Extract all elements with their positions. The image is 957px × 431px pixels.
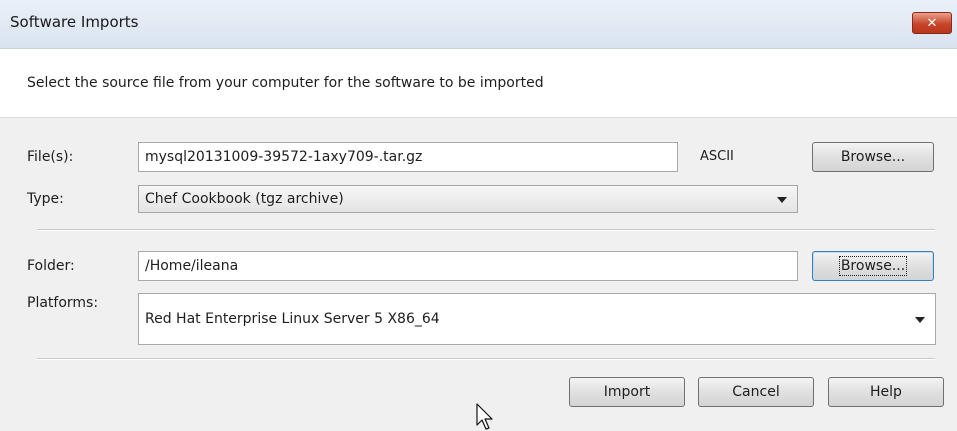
title-bar: Software Imports ✕ xyxy=(0,0,957,49)
separator xyxy=(37,358,935,360)
cancel-label: Cancel xyxy=(732,384,780,400)
mouse-pointer-icon xyxy=(476,403,493,430)
type-select[interactable]: Chef Cookbook (tgz archive) xyxy=(138,185,798,213)
platforms-value: Red Hat Enterprise Linux Server 5 X86_64 xyxy=(145,311,440,327)
instruction-text: Select the source file from your compute… xyxy=(27,75,544,91)
chevron-down-icon xyxy=(777,197,787,203)
close-icon: ✕ xyxy=(926,15,938,31)
help-button[interactable]: Help xyxy=(828,377,944,407)
files-input[interactable]: mysql20131009-39572-1axy709-.tar.gz xyxy=(138,142,678,172)
platforms-label: Platforms: xyxy=(27,295,99,311)
files-label: File(s): xyxy=(27,149,74,165)
platforms-select[interactable]: Red Hat Enterprise Linux Server 5 X86_64 xyxy=(138,293,936,345)
import-button[interactable]: Import xyxy=(569,377,685,407)
browse-files-label: Browse... xyxy=(840,149,906,165)
form-body: File(s): mysql20131009-39572-1axy709-.ta… xyxy=(0,118,957,431)
browse-files-button[interactable]: Browse... xyxy=(812,142,934,172)
import-label: Import xyxy=(603,384,651,400)
help-label: Help xyxy=(870,384,902,400)
separator xyxy=(37,229,935,231)
close-button[interactable]: ✕ xyxy=(912,12,952,34)
instruction-area: Select the source file from your compute… xyxy=(0,49,957,118)
cancel-button[interactable]: Cancel xyxy=(698,377,814,407)
chevron-down-icon xyxy=(915,317,925,323)
type-label: Type: xyxy=(27,191,64,207)
window-title: Software Imports xyxy=(10,13,139,31)
browse-folder-button[interactable]: Browse... xyxy=(812,251,934,281)
encoding-label: ASCII xyxy=(700,149,734,164)
folder-label: Folder: xyxy=(27,258,75,274)
folder-input[interactable]: /Home/ileana xyxy=(138,251,798,281)
browse-folder-label: Browse... xyxy=(838,256,908,276)
type-value: Chef Cookbook (tgz archive) xyxy=(145,191,344,207)
